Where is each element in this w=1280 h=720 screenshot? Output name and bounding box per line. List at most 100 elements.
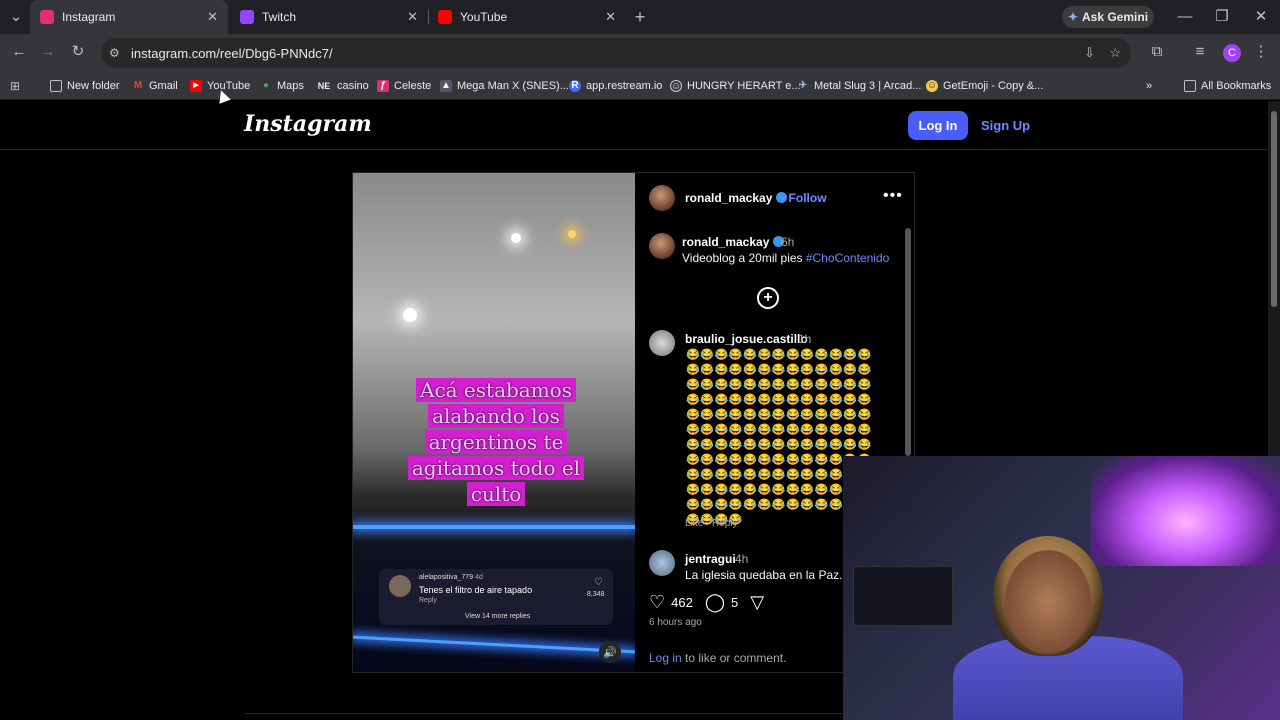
window-close-icon[interactable]: ✕: [1251, 7, 1271, 27]
post-age: 6 hours ago: [649, 617, 702, 628]
bookmark-getemoji[interactable]: ☺ GetEmoji - Copy &...: [926, 77, 1043, 95]
share-icon[interactable]: ▽: [750, 592, 764, 613]
tab-strip: ⌄ Instagram ✕ Twitch ✕ YouTube ✕ + ✦ Ask …: [0, 0, 1280, 34]
streamer-head: [993, 536, 1103, 656]
bookmark-label: GetEmoji - Copy &...: [943, 80, 1044, 92]
avatar[interactable]: [649, 233, 675, 259]
tab-twitch[interactable]: Twitch ✕: [230, 0, 428, 34]
bookmark-metalslug[interactable]: ✈ Metal Slug 3 | Arcad...: [797, 77, 922, 95]
login-prompt-text: to like or comment.: [681, 651, 787, 665]
comments-scrollbar[interactable]: [905, 228, 911, 456]
avatar[interactable]: [649, 550, 675, 576]
reel-post: Acá estabamos alabando los argentinos te…: [352, 172, 915, 673]
forward-icon[interactable]: →: [38, 42, 58, 62]
emoji-icon: ☺: [926, 80, 938, 92]
all-bookmarks[interactable]: All Bookmarks: [1184, 77, 1271, 95]
maps-icon: ●: [262, 80, 270, 91]
more-bookmarks-icon[interactable]: »: [1146, 77, 1152, 95]
login-button[interactable]: Log In: [908, 111, 968, 140]
bookmark-new-folder[interactable]: New folder: [50, 77, 120, 95]
login-link[interactable]: Log in: [649, 651, 682, 665]
back-icon[interactable]: ←: [9, 42, 29, 62]
apps-icon[interactable]: ⊞: [10, 77, 20, 95]
bookmark-restream[interactable]: Rapp.restream.io: [569, 77, 662, 95]
hashtag-link[interactable]: #ChoContenido: [806, 251, 889, 265]
stage-light: [511, 233, 521, 243]
comment-username[interactable]: braulio_josue.castillo: [685, 332, 808, 346]
address-bar[interactable]: ⚙ instagram.com/reel/Dbg6-PNNdc7/ ⇩ ☆: [101, 38, 1131, 68]
megaman-icon: ▲: [440, 80, 452, 92]
tab-instagram[interactable]: Instagram ✕: [30, 0, 228, 34]
fireplace-glow: [1091, 456, 1280, 566]
maximize-icon[interactable]: ❐: [1212, 7, 1232, 27]
toolbar: ← → ↻ ⚙ instagram.com/reel/Dbg6-PNNdc7/ …: [0, 34, 1280, 72]
youtube-icon: [438, 10, 452, 24]
post-username[interactable]: ronald_mackay: [685, 191, 788, 205]
metalslug-icon: ✈: [798, 80, 808, 91]
comment-icon[interactable]: ◯: [705, 592, 725, 613]
instagram-logo[interactable]: Instagram: [244, 111, 372, 137]
celeste-icon: ƒ: [377, 80, 389, 92]
video-comment-username: alelapositiva_779: [419, 574, 474, 581]
tab-youtube[interactable]: YouTube ✕: [428, 0, 626, 34]
ask-gemini-button[interactable]: ✦ Ask Gemini: [1062, 6, 1154, 28]
comment-username[interactable]: jentragui: [685, 552, 736, 566]
caption-body: Videoblog a 20mil pies: [682, 251, 803, 265]
comment-text: Tenes el filtro de aire tapado: [419, 585, 533, 595]
gemini-icon: ✦: [1067, 10, 1079, 24]
add-icon[interactable]: +: [757, 287, 779, 309]
bookmark-hungry[interactable]: ☺ HUNGRY HERART e...: [670, 77, 801, 95]
profile-avatar[interactable]: C: [1223, 44, 1241, 62]
bookmark-gmail[interactable]: M Gmail: [132, 77, 178, 95]
caption-username[interactable]: ronald_mackay: [682, 235, 785, 249]
more-options-icon[interactable]: •••: [883, 187, 903, 205]
close-icon[interactable]: ✕: [605, 9, 616, 25]
scrollbar-thumb[interactable]: [1271, 111, 1277, 307]
avatar[interactable]: [649, 330, 675, 356]
tab-title: YouTube: [460, 10, 508, 24]
close-icon[interactable]: ✕: [407, 9, 418, 25]
webcam-overlay: [843, 456, 1280, 720]
post-actions: ♡ 462 ◯ 5 ▽: [649, 591, 770, 613]
gmail-icon: M: [133, 80, 143, 91]
caption-username-text: ronald_mackay: [682, 235, 770, 249]
ask-gemini-label: Ask Gemini: [1082, 10, 1149, 24]
tab-title: Twitch: [262, 10, 297, 24]
comment-reply-button[interactable]: Reply: [712, 518, 738, 529]
media-icon[interactable]: ≡: [1190, 42, 1210, 62]
bookmark-megaman[interactable]: ▲ Mega Man X (SNES)...: [440, 77, 569, 95]
video-comment-age: 4d: [475, 574, 483, 581]
signup-link[interactable]: Sign Up: [981, 118, 1030, 133]
follow-button[interactable]: • Follow: [781, 191, 827, 205]
heart-icon[interactable]: ♡: [649, 592, 665, 613]
comment-user: alelapositiva_779 4d: [419, 574, 483, 581]
comment-time: 4h: [735, 552, 749, 566]
bookmark-star-icon[interactable]: ☆: [1109, 45, 1121, 61]
reel-video[interactable]: Acá estabamos alabando los argentinos te…: [353, 173, 635, 672]
comment-like-count: 8,348: [587, 591, 605, 598]
close-icon[interactable]: ✕: [207, 9, 218, 25]
avatar[interactable]: [649, 185, 675, 211]
bookmark-label: New folder: [67, 80, 120, 92]
caption-time: 6h: [781, 235, 795, 249]
tab-search-icon[interactable]: ⌄: [6, 7, 26, 27]
bookmark-label: Celeste: [394, 80, 432, 92]
volume-icon[interactable]: 🔊: [599, 641, 621, 663]
bookmark-label: casino: [337, 80, 369, 92]
extensions-icon[interactable]: ⧉: [1147, 42, 1167, 62]
bookmark-casino[interactable]: NE casino: [316, 77, 369, 95]
new-tab-icon[interactable]: +: [630, 7, 650, 27]
comment-like-button[interactable]: Like: [685, 518, 703, 529]
site-info-icon[interactable]: ⚙: [109, 46, 120, 60]
restream-icon: R: [569, 80, 581, 92]
bookmark-label: HUNGRY HERART e...: [687, 80, 801, 92]
bookmark-maps[interactable]: ● Maps: [260, 77, 304, 95]
minimize-icon[interactable]: —: [1175, 7, 1195, 27]
ne-icon: NE: [317, 81, 331, 91]
video-caption-overlay: Acá estabamos alabando los argentinos te…: [381, 377, 611, 507]
bookmark-celeste[interactable]: ƒ Celeste: [377, 77, 431, 95]
caption-text: Videoblog a 20mil pies #ChoContenido: [682, 251, 889, 265]
install-icon[interactable]: ⇩: [1084, 45, 1095, 61]
menu-icon[interactable]: ⋮: [1251, 42, 1271, 62]
reload-icon[interactable]: ↻: [68, 42, 88, 62]
